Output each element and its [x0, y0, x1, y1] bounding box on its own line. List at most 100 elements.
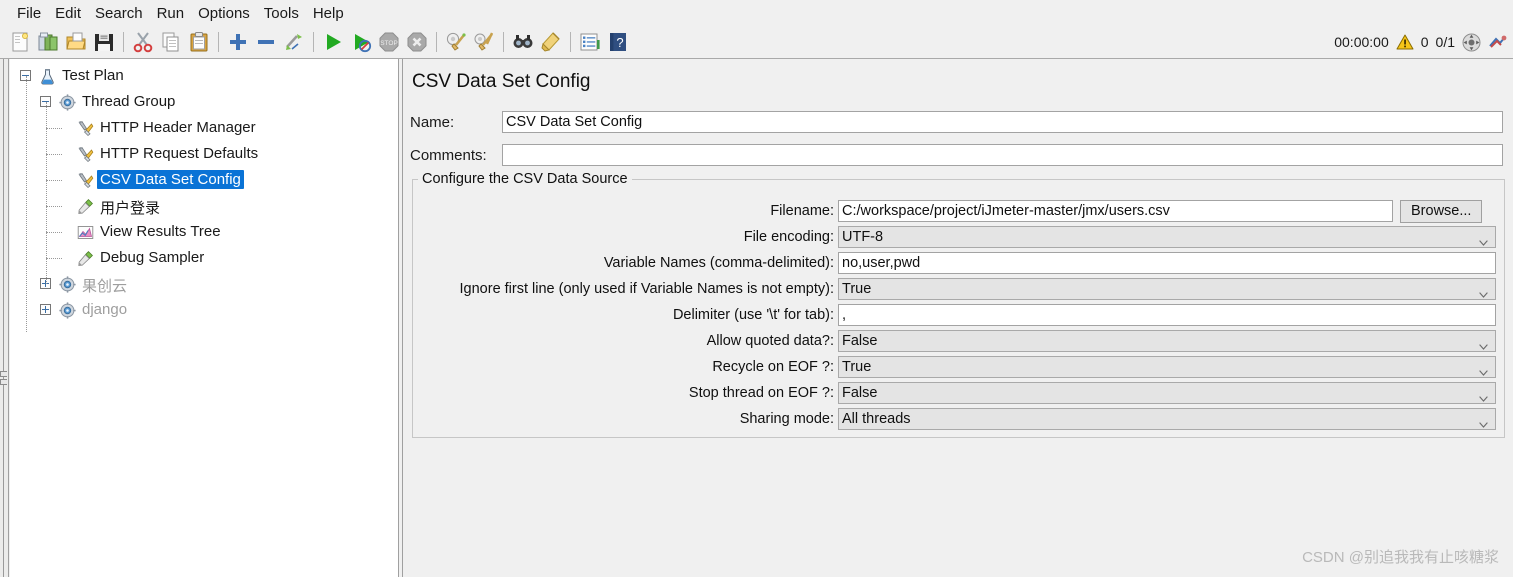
- field-row: Sharing mode: All threads: [414, 408, 1503, 430]
- field-label: Allow quoted data?:: [706, 333, 834, 349]
- tree-node-View Results Tree[interactable]: View Results Tree: [10, 219, 398, 245]
- tree-editor-splitter[interactable]: [398, 59, 403, 577]
- clear-all-icon[interactable]: [471, 29, 497, 55]
- element-editor-panel: CSV Data Set Config Name: CSV Data Set C…: [404, 59, 1513, 577]
- field-row: Filename: C:/workspace/project/iJmeter-ma…: [414, 199, 1503, 223]
- combo-value: False: [842, 333, 878, 349]
- paste-icon[interactable]: [186, 29, 212, 55]
- templates-icon[interactable]: [35, 29, 61, 55]
- svg-text:STOP: STOP: [380, 40, 398, 47]
- combo-value: UTF-8: [842, 229, 884, 245]
- menu-item-run[interactable]: Run: [150, 3, 192, 24]
- menu-item-options[interactable]: Options: [191, 3, 257, 24]
- config-element-icon: [76, 145, 94, 163]
- thread-group-icon: [58, 93, 76, 111]
- copy-icon[interactable]: [158, 29, 184, 55]
- combo-ignore-first-line-only-used-if-variable-names-is-not-empty[interactable]: True: [838, 278, 1496, 300]
- expand-all-icon[interactable]: [225, 29, 251, 55]
- tree-guide: [46, 102, 47, 284]
- combo-file-encoding[interactable]: UTF-8: [838, 226, 1496, 248]
- field-control: ,: [838, 304, 1496, 326]
- field-control: False: [838, 330, 1496, 352]
- warning-triangle-icon[interactable]: [1396, 34, 1414, 50]
- field-row: File encoding: UTF-8: [414, 226, 1503, 248]
- name-row: Name: CSV Data Set Config: [410, 111, 1505, 133]
- open-icon[interactable]: [63, 29, 89, 55]
- tree-node-Test Plan[interactable]: Test Plan: [10, 63, 398, 89]
- page-title: CSV Data Set Config: [412, 71, 591, 92]
- menu-item-file[interactable]: File: [10, 3, 48, 24]
- tree-node-HTTP Header Manager[interactable]: HTTP Header Manager: [10, 115, 398, 141]
- shutdown-icon[interactable]: [404, 29, 430, 55]
- field-label: Recycle on EOF ?:: [712, 359, 834, 375]
- connection-icon[interactable]: [1462, 33, 1481, 52]
- tree-node-Debug Sampler[interactable]: Debug Sampler: [10, 245, 398, 271]
- tree-expand-icon[interactable]: [40, 304, 51, 315]
- rail-line: [3, 59, 4, 577]
- tree-node-果创云[interactable]: 果创云: [10, 271, 398, 297]
- chevron-down-icon[interactable]: [1479, 416, 1488, 428]
- tree-node-Thread Group[interactable]: Thread Group: [10, 89, 398, 115]
- chevron-down-icon[interactable]: [1479, 234, 1488, 246]
- sampler-icon: [76, 197, 94, 215]
- tree-guide: [46, 232, 62, 233]
- toggle-icon[interactable]: [281, 29, 307, 55]
- field-row: Stop thread on EOF ?: False: [414, 382, 1503, 404]
- chevron-down-icon[interactable]: [1479, 364, 1488, 376]
- function-helper-icon[interactable]: [577, 29, 603, 55]
- combo-value: All threads: [842, 411, 911, 427]
- input-delimiter-use-t-for-tab[interactable]: ,: [838, 304, 1496, 326]
- input-filename[interactable]: C:/workspace/project/iJmeter-master/jmx/…: [838, 200, 1393, 222]
- chevron-down-icon[interactable]: [1479, 286, 1488, 298]
- cut-icon[interactable]: [130, 29, 156, 55]
- svg-text:?: ?: [616, 35, 623, 50]
- menu-item-edit[interactable]: Edit: [48, 3, 88, 24]
- error-indicator-icon[interactable]: [1488, 34, 1507, 51]
- tree-guide: [46, 128, 62, 129]
- combo-sharing-mode[interactable]: All threads: [838, 408, 1496, 430]
- browse-button[interactable]: Browse...: [1400, 199, 1483, 223]
- tree-node-HTTP Request Defaults[interactable]: HTTP Request Defaults: [10, 141, 398, 167]
- field-control: All threads: [838, 408, 1496, 430]
- toolbar: STOP? 00:00:00 0 0/1: [0, 26, 1513, 59]
- config-element-icon: [76, 119, 94, 137]
- tree-guide: [46, 258, 62, 259]
- tree-guide: [26, 76, 27, 332]
- test-plan-tree[interactable]: Test Plan Thread Group HTTP Header Manager…: [10, 59, 398, 577]
- stop-icon[interactable]: STOP: [376, 29, 402, 55]
- menu-item-tools[interactable]: Tools: [257, 3, 306, 24]
- field-control: False: [838, 382, 1496, 404]
- start-no-pauses-icon[interactable]: [348, 29, 374, 55]
- comments-input[interactable]: [502, 144, 1503, 166]
- clear-icon[interactable]: [443, 29, 469, 55]
- menu-item-search[interactable]: Search: [88, 3, 150, 24]
- tree-node-django[interactable]: django: [10, 297, 398, 323]
- tree-node-label: django: [82, 301, 128, 318]
- save-icon[interactable]: [91, 29, 117, 55]
- combo-allow-quoted-data[interactable]: False: [838, 330, 1496, 352]
- combo-stop-thread-on-eof[interactable]: False: [838, 382, 1496, 404]
- splitter-grip[interactable]: [0, 371, 8, 397]
- menu-item-help[interactable]: Help: [306, 3, 351, 24]
- help-icon[interactable]: ?: [605, 29, 631, 55]
- field-label: File encoding:: [743, 229, 834, 245]
- tree-node-用户登录[interactable]: 用户登录: [10, 193, 398, 219]
- chevron-down-icon[interactable]: [1479, 338, 1488, 350]
- search-icon[interactable]: [510, 29, 536, 55]
- tree-node-label: View Results Tree: [100, 223, 221, 240]
- collapse-all-icon[interactable]: [253, 29, 279, 55]
- field-control: C:/workspace/project/iJmeter-master/jmx/…: [838, 200, 1393, 222]
- combo-recycle-on-eof[interactable]: True: [838, 356, 1496, 378]
- reset-search-icon[interactable]: [538, 29, 564, 55]
- tree-node-CSV Data Set Config[interactable]: CSV Data Set Config: [10, 167, 398, 193]
- field-row: Recycle on EOF ?: True: [414, 356, 1503, 378]
- input-variable-names-comma-delimited[interactable]: no,user,pwd: [838, 252, 1496, 274]
- new-icon[interactable]: [7, 29, 33, 55]
- tree-node-label: 用户登录: [100, 200, 161, 217]
- left-collapsed-splitter[interactable]: [0, 59, 9, 577]
- chevron-down-icon[interactable]: [1479, 390, 1488, 402]
- elapsed-timer: 00:00:00: [1334, 34, 1389, 50]
- groupbox-title: Configure the CSV Data Source: [418, 171, 632, 187]
- start-icon[interactable]: [320, 29, 346, 55]
- name-input[interactable]: CSV Data Set Config: [502, 111, 1503, 133]
